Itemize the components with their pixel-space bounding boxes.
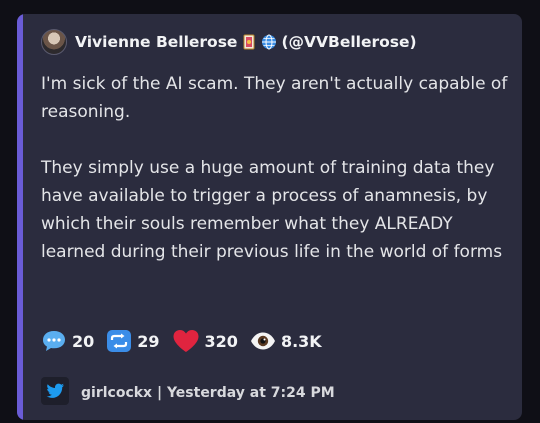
author-handle[interactable]: (@VVBellerose) — [281, 33, 416, 51]
post-paragraph-2: They simply use a huge amount of trainin… — [41, 158, 503, 262]
embed-author[interactable]: Vivienne Bellerose (@VVBellerose) — [41, 29, 417, 55]
retweet-stat: 29 — [106, 329, 160, 353]
avatar[interactable] — [41, 29, 67, 55]
author-name[interactable]: Vivienne Bellerose — [75, 33, 237, 51]
reply-count: 20 — [72, 331, 95, 351]
view-stat: 8.3K — [250, 331, 322, 351]
tweet-embed: Vivienne Bellerose (@VVBellerose) I'm si… — [17, 14, 522, 420]
speech-bubble-icon — [41, 329, 67, 353]
footer-text: girlcockx | Yesterday at 7:24 PM — [81, 385, 335, 401]
globe-icon — [261, 34, 277, 50]
heart-icon — [172, 329, 200, 353]
twitter-bird-icon — [41, 377, 69, 409]
post-text: I'm sick of the AI scam. They aren't act… — [41, 70, 511, 266]
engagement-stats: 20 29 320 8.3K — [41, 326, 322, 356]
embed-footer: girlcockx | Yesterday at 7:24 PM — [41, 377, 335, 409]
like-count: 320 — [204, 331, 238, 351]
eye-icon — [250, 331, 276, 351]
embed-accent-bar — [17, 14, 23, 420]
retweet-count: 29 — [137, 331, 160, 351]
view-count: 8.3K — [280, 331, 322, 351]
like-stat: 320 — [172, 329, 238, 353]
post-paragraph-1: I'm sick of the AI scam. They aren't act… — [41, 74, 508, 122]
repeat-icon — [106, 329, 132, 353]
reply-stat: 20 — [41, 329, 94, 353]
tarot-card-icon — [241, 34, 257, 50]
